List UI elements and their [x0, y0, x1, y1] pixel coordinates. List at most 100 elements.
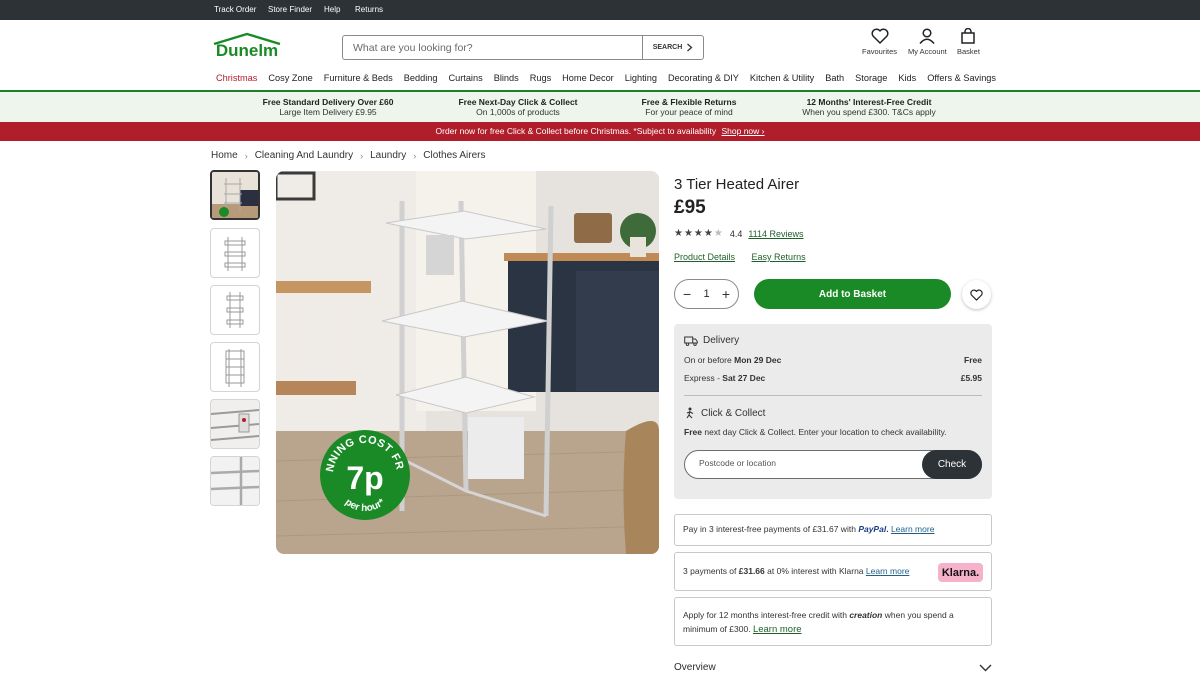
click-collect-info: Free next day Click & Collect. Enter you… [684, 427, 982, 437]
breadcrumb-clothes-airers[interactable]: Clothes Airers [423, 150, 485, 161]
airer-closeup-thumbnail [211, 457, 259, 505]
nav-bath[interactable]: Bath [825, 73, 844, 83]
airer-detail-thumbnail [211, 400, 259, 448]
klarna-learn-more-link[interactable]: Learn more [866, 566, 909, 576]
chevron-down-icon [979, 664, 992, 671]
product-main-image[interactable]: RUNNING COST FROM 7p per hour* [276, 171, 659, 554]
search-button-label: SEARCH [652, 44, 683, 51]
thumbnail-1[interactable] [210, 170, 260, 220]
usp-delivery[interactable]: Free Standard Delivery Over £60 Large Ite… [254, 97, 402, 117]
breadcrumb-laundry[interactable]: Laundry [370, 150, 406, 161]
creation-logo: creation [849, 610, 883, 620]
nav-lighting[interactable]: Lighting [625, 73, 657, 83]
check-button[interactable]: Check [922, 450, 982, 479]
click-collect-free: Free [684, 427, 702, 437]
postcode-field: Check [684, 450, 982, 479]
nav-offers-savings[interactable]: Offers & Savings [927, 73, 996, 83]
store-finder-link[interactable]: Store Finder [268, 5, 312, 14]
thumbnail-4[interactable] [210, 342, 260, 392]
express-delivery-row: Express - Sat 27 Dec £5.95 [684, 373, 982, 383]
favourites-label: Favourites [862, 47, 898, 56]
express-delivery-label: Express - [684, 373, 720, 383]
search-input[interactable] [343, 36, 642, 59]
my-account-button[interactable]: My Account [908, 28, 947, 56]
overview-label: Overview [674, 662, 716, 673]
chevron-right-icon: › [413, 150, 417, 161]
usp-band: Free Standard Delivery Over £60 Large Ite… [0, 92, 1200, 122]
usp-title: 12 Months' Interest-Free Credit [806, 97, 932, 107]
chevron-right-icon: › [244, 150, 248, 161]
product-details-link[interactable]: Product Details [674, 252, 735, 262]
truck-icon [684, 336, 698, 346]
nav-cosy-zone[interactable]: Cosy Zone [268, 73, 312, 83]
breadcrumb-cleaning[interactable]: Cleaning And Laundry [255, 150, 353, 161]
usp-returns[interactable]: Free & Flexible Returns For your peace of… [630, 97, 748, 117]
usp-subtitle: On 1,000s of products [476, 107, 560, 117]
search-button[interactable]: SEARCH [642, 36, 703, 59]
chevron-right-icon [687, 43, 693, 52]
my-account-label: My Account [908, 47, 947, 56]
nav-kitchen-utility[interactable]: Kitchen & Utility [750, 73, 814, 83]
click-collect-heading: Click & Collect [684, 407, 982, 419]
nav-storage[interactable]: Storage [855, 73, 887, 83]
quantity-value[interactable]: 1 [703, 288, 709, 300]
creation-learn-more-link[interactable]: Learn more [753, 624, 802, 635]
rating-value: 4.4 [729, 228, 743, 239]
klarna-amount: £31.66 [738, 566, 765, 576]
dunelm-logo[interactable]: Dunelm [212, 32, 282, 60]
nav-kids[interactable]: Kids [898, 73, 916, 83]
add-to-favourites-button[interactable] [962, 280, 991, 309]
help-link[interactable]: Help [324, 5, 340, 14]
basket-button[interactable]: Basket [957, 28, 980, 56]
add-to-basket-button[interactable]: Add to Basket [754, 279, 951, 309]
paypal-learn-more-link[interactable]: Learn more [891, 524, 934, 534]
overview-accordion[interactable]: Overview [674, 662, 992, 673]
nav-bedding[interactable]: Bedding [404, 73, 438, 83]
nav-curtains[interactable]: Curtains [448, 73, 482, 83]
search-bar: SEARCH [342, 35, 704, 60]
nav-christmas[interactable]: Christmas [216, 73, 257, 83]
user-icon [919, 28, 935, 44]
person-walking-icon [686, 407, 694, 419]
shop-now-link[interactable]: Shop now › [721, 126, 764, 136]
product-title: 3 Tier Heated Airer [674, 176, 800, 193]
reviews-link[interactable]: 1114 Reviews [748, 229, 803, 239]
category-nav: Christmas Cosy Zone Furniture & Beds Bed… [216, 73, 1007, 83]
nav-furniture-beds[interactable]: Furniture & Beds [324, 73, 393, 83]
nav-decorating-diy[interactable]: Decorating & DIY [668, 73, 739, 83]
product-links: Product Details Easy Returns [674, 252, 820, 262]
klarna-text-post: at 0% interest with Klarna [767, 566, 864, 576]
click-collect-heading-label: Click & Collect [701, 407, 766, 419]
breadcrumb-home[interactable]: Home [211, 150, 238, 161]
delivery-panel: Delivery On or before Mon 29 Dec Free Ex… [674, 324, 992, 499]
thumbnail-2[interactable] [210, 228, 260, 278]
klarna-box: 3 payments of £31.66 at 0% interest with… [674, 552, 992, 591]
usp-title: Free & Flexible Returns [641, 97, 737, 107]
svg-text:Dunelm: Dunelm [216, 41, 278, 58]
usp-subtitle: For your peace of mind [645, 107, 733, 117]
usp-click-collect[interactable]: Free Next-Day Click & Collect On 1,000s o… [447, 97, 589, 117]
thumbnail-5[interactable] [210, 399, 260, 449]
plus-icon[interactable]: + [722, 286, 730, 302]
nav-blinds[interactable]: Blinds [494, 73, 519, 83]
usp-credit[interactable]: 12 Months' Interest-Free Credit When you … [793, 97, 945, 117]
minus-icon[interactable]: − [683, 286, 691, 302]
track-order-link[interactable]: Track Order [214, 5, 256, 14]
nav-rugs[interactable]: Rugs [530, 73, 551, 83]
easy-returns-link[interactable]: Easy Returns [752, 252, 806, 262]
favourites-button[interactable]: Favourites [862, 28, 897, 56]
breadcrumb: Home › Cleaning And Laundry › Laundry › … [211, 150, 486, 161]
postcode-input[interactable] [699, 458, 899, 468]
thumbnail-3[interactable] [210, 285, 260, 335]
product-rating: ★★★★★ 4.4 1114 Reviews [674, 228, 804, 239]
product-price: £95 [674, 197, 706, 218]
delivery-divider [684, 395, 982, 396]
usp-subtitle: When you spend £300. T&Cs apply [802, 107, 936, 117]
heated-airer-photo: RUNNING COST FROM 7p per hour* [276, 171, 659, 554]
nav-home-decor[interactable]: Home Decor [562, 73, 614, 83]
express-delivery-date: Sat 27 Dec [722, 373, 766, 383]
basket-label: Basket [957, 47, 980, 56]
thumbnail-6[interactable] [210, 456, 260, 506]
airer-open-thumbnail [225, 349, 245, 387]
returns-link[interactable]: Returns [355, 5, 383, 14]
